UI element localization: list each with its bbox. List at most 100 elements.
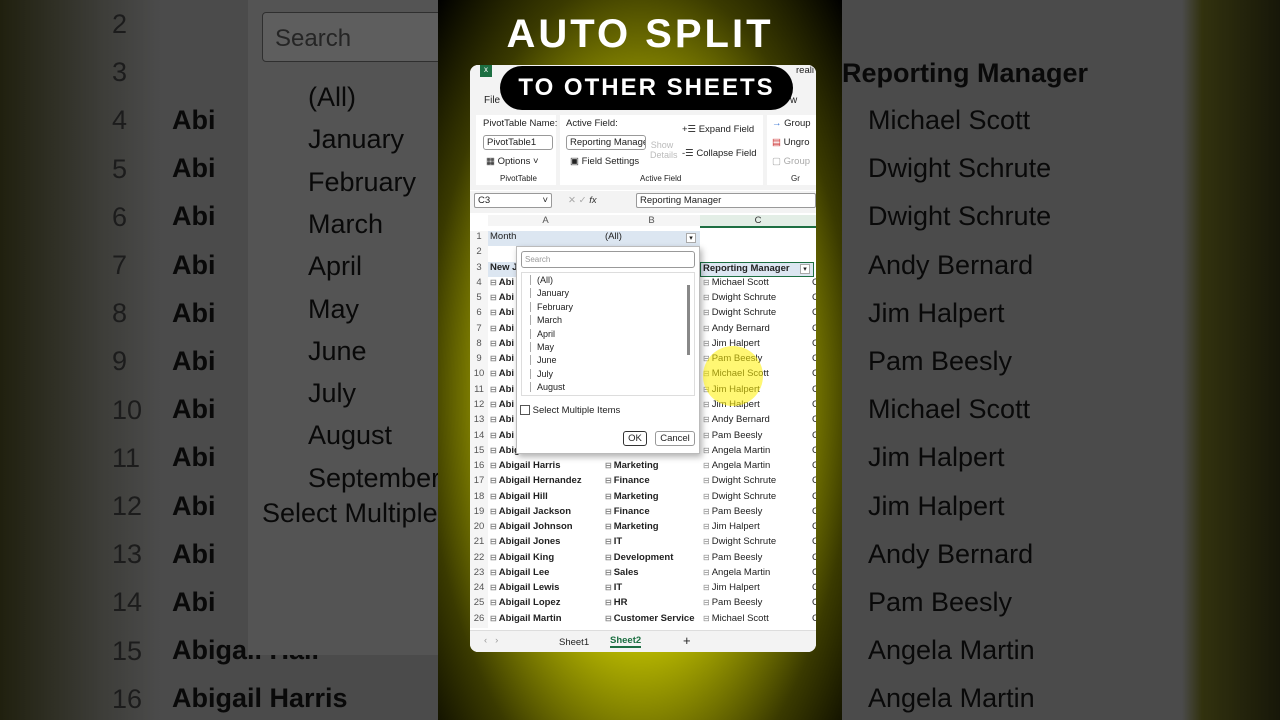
add-sheet-button[interactable]: + xyxy=(683,633,691,648)
month-item[interactable]: July xyxy=(530,368,553,379)
employee-cell[interactable]: ⊟ Abigail Johnson xyxy=(490,521,603,532)
employee-cell[interactable]: ⊟ Abigail Harris xyxy=(490,460,603,471)
collapse-field-button[interactable]: -☰ Collapse Field xyxy=(682,148,757,159)
header-reporting-manager[interactable]: Reporting Manager xyxy=(700,261,814,277)
manager-cell[interactable]: ⊟Michael Scott xyxy=(703,613,803,624)
manager-cell[interactable]: ⊟ Dwight Schrute xyxy=(703,292,803,303)
employee-cell[interactable]: ⊟ Abigail Lewis xyxy=(490,582,603,593)
manager-cell[interactable]: ⊟Pam Beesly xyxy=(703,506,803,517)
row-number[interactable]: 7 xyxy=(470,322,488,338)
group-button[interactable]: → Group xyxy=(772,118,811,129)
column-d-cell[interactable]: C xyxy=(812,613,816,624)
manager-cell[interactable]: ⊟ Angela Martin xyxy=(703,445,803,456)
expand-field-button[interactable]: +☰ Expand Field xyxy=(682,124,754,135)
manager-cell[interactable]: ⊟ Dwight Schrute xyxy=(703,491,803,502)
row-number[interactable]: 3 xyxy=(470,261,488,277)
column-d-cell[interactable]: C xyxy=(812,338,816,349)
row-number[interactable]: 8 xyxy=(470,337,488,354)
column-d-cell[interactable]: C xyxy=(812,475,816,486)
column-header-c[interactable]: C xyxy=(700,215,816,228)
row-number[interactable]: 18 xyxy=(470,490,488,506)
manager-cell[interactable]: ⊟Michael Scott xyxy=(703,277,803,288)
column-d-cell[interactable]: C xyxy=(812,292,816,303)
select-multiple-checkbox[interactable]: Select Multiple Items xyxy=(520,405,620,416)
manager-cell[interactable]: ⊟ Angela Martin xyxy=(703,460,803,471)
month-item[interactable]: (All) xyxy=(530,275,553,285)
row-number[interactable]: 20 xyxy=(470,521,488,537)
employee-cell[interactable]: ⊟ Abigail Martin xyxy=(490,613,603,624)
column-d-cell[interactable]: C xyxy=(812,491,816,502)
month-item[interactable]: April xyxy=(530,328,555,339)
row-number[interactable]: 25 xyxy=(470,597,488,613)
show-details-button[interactable]: Show Details xyxy=(650,140,678,160)
row-number[interactable]: 23 xyxy=(470,566,488,583)
column-d-cell[interactable]: C xyxy=(812,368,816,379)
manager-cell[interactable]: ⊟ Dwight Schrute xyxy=(703,536,803,547)
row-number[interactable]: 17 xyxy=(470,475,488,491)
column-d-cell[interactable]: C xyxy=(812,414,816,425)
column-d-cell[interactable]: C xyxy=(812,552,816,563)
tab-sheet2[interactable]: Sheet2 xyxy=(610,635,642,648)
row-number[interactable]: 1 xyxy=(470,231,488,247)
row-number[interactable]: 24 xyxy=(470,582,488,598)
column-d-cell[interactable]: C xyxy=(812,567,816,578)
month-item[interactable]: February xyxy=(530,301,573,312)
tab-sheet1[interactable]: Sheet1 xyxy=(559,637,589,648)
department-cell[interactable]: ⊟ Marketing xyxy=(605,460,700,471)
department-cell[interactable]: ⊟Finance xyxy=(605,506,700,517)
manager-cell[interactable]: ⊟ Dwight Schrute xyxy=(703,475,803,486)
row-number[interactable]: 13 xyxy=(470,414,488,430)
search-input[interactable]: Search xyxy=(521,251,695,268)
manager-cell[interactable]: ⊟ Andy Bernard xyxy=(703,323,803,334)
row-number[interactable]: 10 xyxy=(470,368,488,384)
file-menu[interactable]: File xyxy=(484,95,500,106)
column-d-cell[interactable]: C xyxy=(812,506,816,517)
manager-cell[interactable]: ⊟ Dwight Schrute xyxy=(703,307,803,318)
column-d-cell[interactable]: C xyxy=(812,384,816,395)
row-number[interactable]: 9 xyxy=(470,353,488,369)
employee-cell[interactable]: ⊟ Abigail Lee xyxy=(490,567,603,578)
column-d-cell[interactable]: C xyxy=(812,353,816,364)
employee-cell[interactable]: ⊟ Abigail Jones xyxy=(490,536,603,547)
row-number[interactable]: 19 xyxy=(470,505,488,522)
row-number[interactable]: 15 xyxy=(470,444,488,461)
department-cell[interactable]: ⊟ Sales xyxy=(605,567,700,578)
row-number[interactable]: 12 xyxy=(470,398,488,415)
row-number[interactable]: 16 xyxy=(470,460,488,476)
filter-dropdown-button[interactable]: ▾ xyxy=(686,233,696,243)
field-settings-button[interactable]: ▣ Field Settings xyxy=(570,156,639,167)
manager-cell[interactable]: ⊟Jim Halpert xyxy=(703,521,803,532)
department-cell[interactable]: ⊟ Customer Service xyxy=(605,613,700,624)
employee-cell[interactable]: ⊟ Abigail Lopez xyxy=(490,597,603,608)
group-field-button[interactable]: ▢ Group xyxy=(772,156,810,167)
column-d-cell[interactable]: C xyxy=(812,536,816,547)
cancel-button[interactable]: Cancel xyxy=(655,431,695,446)
row-number[interactable]: 6 xyxy=(470,307,488,323)
manager-cell[interactable]: ⊟Pam Beesly xyxy=(703,430,803,441)
active-field-input[interactable]: Reporting Manage xyxy=(566,135,646,150)
department-cell[interactable]: ⊟ Marketing xyxy=(605,491,700,502)
department-cell[interactable]: ⊟ IT xyxy=(605,582,700,593)
column-d-cell[interactable]: C xyxy=(812,277,816,288)
department-cell[interactable]: ⊟Finance xyxy=(605,475,700,486)
month-item[interactable]: August xyxy=(530,382,565,393)
manager-cell[interactable]: ⊟Pam Beesly xyxy=(703,552,803,563)
manager-cell[interactable]: ⊟Pam Beesly xyxy=(703,597,803,608)
column-d-cell[interactable]: C xyxy=(812,521,816,532)
month-item[interactable]: June xyxy=(530,355,557,366)
column-header-b[interactable]: B xyxy=(603,215,700,226)
manager-cell[interactable]: ⊟Jim Halpert xyxy=(703,582,803,593)
row-number[interactable]: 14 xyxy=(470,429,488,445)
column-d-cell[interactable]: C xyxy=(812,582,816,593)
column-d-cell[interactable]: C xyxy=(812,445,816,456)
month-item[interactable]: March xyxy=(530,315,562,326)
ungroup-button[interactable]: ▤ Ungro xyxy=(772,137,810,148)
column-header-a[interactable]: A xyxy=(488,215,603,226)
department-cell[interactable]: ⊟ Development xyxy=(605,552,700,563)
column-d-cell[interactable]: C xyxy=(812,430,816,441)
employee-cell[interactable]: ⊟ Abigail Hill xyxy=(490,491,603,502)
department-cell[interactable]: ⊟ Marketing xyxy=(605,521,700,532)
column-d-cell[interactable]: C xyxy=(812,323,816,334)
row-number[interactable]: 2 xyxy=(470,246,488,262)
month-item[interactable]: May xyxy=(530,342,554,352)
